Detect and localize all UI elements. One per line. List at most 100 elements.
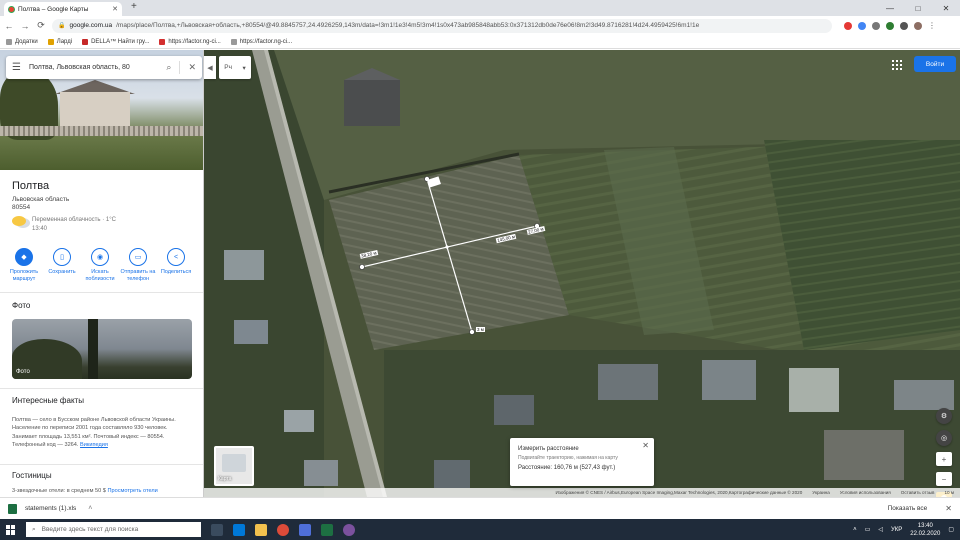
place-title: Полтва [12, 180, 50, 192]
forward-icon[interactable]: → [20, 21, 30, 31]
satellite-map[interactable]: 38,20 м 145,00 м 27,00 м 3 м ◀ Рч ▾ Войт… [204, 50, 960, 497]
show-all-button[interactable]: Показать все [888, 505, 928, 512]
close-downloads-icon[interactable]: ✕ [945, 504, 952, 513]
wikipedia-link[interactable]: Википедия [80, 442, 108, 448]
close-measure-icon[interactable]: ✕ [642, 441, 649, 450]
directions-button[interactable]: ◆ Проложить маршрут [6, 248, 42, 283]
minimize-button[interactable]: — [876, 0, 904, 16]
extension-icon[interactable] [886, 21, 894, 30]
bookmark-item[interactable]: https://factor.ng-ci... [159, 38, 221, 45]
notifications-icon[interactable]: ▢ [948, 526, 954, 533]
lock-icon[interactable]: 🔒 [58, 22, 65, 29]
excel-icon[interactable] [321, 523, 333, 536]
search-icon[interactable]: ⌕ [166, 62, 171, 73]
windows-start-icon[interactable] [6, 524, 16, 535]
bookmarks-bar: Додатки Ларді DELLA™ Найти гру... https:… [0, 35, 960, 49]
url-path: /maps/place/Полтва,+Львовская+область,+8… [116, 22, 700, 29]
viber-icon[interactable] [343, 523, 355, 536]
measure-label: 3 м [476, 327, 485, 332]
maximize-button[interactable]: □ [904, 0, 932, 16]
system-tray: ˄ ▭ ◁ УКР 13:40 22.02.2020 ▢ [853, 522, 954, 538]
clock[interactable]: 13:40 22.02.2020 [910, 522, 940, 538]
terms-link[interactable]: Условия использования [840, 490, 891, 495]
extension-icon[interactable] [844, 21, 852, 30]
window-close-button[interactable]: ✕ [932, 0, 960, 16]
clock-date: 22.02.2020 [910, 530, 941, 537]
minimap-label: Карта [218, 476, 232, 482]
file-explorer-icon[interactable] [255, 523, 267, 536]
my-location-icon[interactable]: ◎ [936, 430, 952, 446]
sign-in-button[interactable]: Войти [914, 56, 956, 72]
new-tab-button[interactable]: + [131, 1, 137, 12]
tray-up-icon[interactable]: ˄ [853, 527, 857, 533]
bookmark-icon [159, 38, 166, 45]
weather-time: 13:40 [32, 226, 48, 232]
nearby-icon: ◉ [91, 248, 109, 266]
save-button[interactable]: ▯ Сохранить [44, 248, 80, 283]
nearby-button[interactable]: ◉ Искать поблизости [82, 248, 118, 283]
zoom-in-button[interactable]: + [936, 452, 952, 466]
globe-icon [230, 38, 237, 45]
place-panel: ☰ ⌕ ✕ Полтва Львовская область 80554 Пер… [0, 50, 204, 497]
hamburger-menu-icon[interactable]: ☰ [12, 62, 21, 73]
extension-icon[interactable] [900, 21, 908, 30]
map-footer: Изображения © CNES / Airbus,European Spa… [204, 488, 960, 497]
taskbar-search[interactable]: ⌕ Введите здесь текст для поиска [26, 522, 201, 537]
place-region: Львовская область [12, 196, 70, 203]
layer-label: Рч [224, 64, 232, 71]
url-input[interactable]: 🔒 google.com.ua/maps/place/Полтва,+Львов… [52, 18, 832, 33]
share-icon: < [167, 248, 185, 266]
taskbar-search-placeholder: Введите здесь текст для поиска [41, 526, 139, 533]
phone-icon: ▭ [129, 248, 147, 266]
search-input[interactable] [28, 64, 159, 71]
browser-tab[interactable]: Полтва – Google Карты ✕ [4, 2, 122, 16]
view-hotels-link[interactable]: Просмотреть отели [107, 488, 157, 494]
chevron-down-icon: ▾ [242, 64, 246, 72]
map-layer-switcher[interactable]: Карта [214, 446, 254, 486]
feedback-link[interactable]: Оставить отзыв [901, 490, 935, 495]
bookmark-item[interactable]: https://factor.ng-ci... [230, 38, 292, 45]
language-indicator[interactable]: УКР [891, 527, 902, 533]
country-link[interactable]: Украина [812, 490, 830, 495]
chevron-up-icon[interactable]: ˄ [88, 505, 92, 512]
layer-toggle[interactable]: Рч ▾ [219, 56, 251, 79]
tab-close-icon[interactable]: ✕ [112, 5, 118, 13]
bookmark-icon: ▯ [53, 248, 71, 266]
extension-icon[interactable] [872, 21, 880, 30]
browser-menu-icon[interactable]: ⋮ [928, 21, 936, 30]
taskbar: ⌕ Введите здесь текст для поиска ˄ ▭ ◁ У… [0, 519, 960, 540]
search-box: ☰ ⌕ ✕ [6, 56, 202, 79]
photo-card[interactable]: Фото [12, 319, 192, 379]
bookmark-item[interactable]: Ларді [47, 38, 72, 45]
task-view-icon[interactable] [211, 523, 223, 536]
collapse-panel-button[interactable]: ◀ [204, 56, 216, 79]
measure-distance: Расстояние: 160,76 м (527,43 фут.) [518, 465, 616, 471]
bookmark-item[interactable]: DELLA™ Найти гру... [82, 38, 149, 45]
excel-file-icon [8, 503, 17, 514]
zoom-out-button[interactable]: − [936, 472, 952, 486]
network-icon[interactable]: ▭ [865, 526, 871, 533]
clock-time: 13:40 [917, 522, 933, 529]
place-zip: 80554 [12, 204, 31, 211]
extension-icon[interactable] [858, 21, 866, 30]
chrome-icon[interactable] [277, 523, 289, 536]
profile-avatar-icon[interactable] [914, 21, 922, 30]
share-button[interactable]: < Поделиться [158, 248, 194, 283]
search-divider [179, 61, 181, 74]
search-icon: ⌕ [32, 525, 36, 533]
reload-icon[interactable]: ⟳ [36, 20, 46, 31]
house-shape [60, 92, 130, 128]
store-icon[interactable] [299, 523, 311, 536]
scale-label: 10 м [944, 490, 954, 495]
send-to-phone-button[interactable]: ▭ Отправить на телефон [120, 248, 156, 283]
tab-bar: Полтва – Google Карты ✕ + — □ ✕ [0, 0, 960, 16]
edge-icon[interactable] [233, 523, 245, 536]
bookmark-apps[interactable]: Додатки [6, 38, 38, 45]
google-apps-icon[interactable] [892, 60, 902, 70]
settings-icon[interactable]: ⚙ [936, 408, 952, 424]
volume-icon[interactable]: ◁ [878, 526, 883, 533]
download-file-name[interactable]: statements (1).xls [25, 505, 76, 512]
clear-search-icon[interactable]: ✕ [188, 62, 196, 73]
divider [0, 464, 203, 465]
back-icon[interactable]: ← [4, 21, 14, 31]
